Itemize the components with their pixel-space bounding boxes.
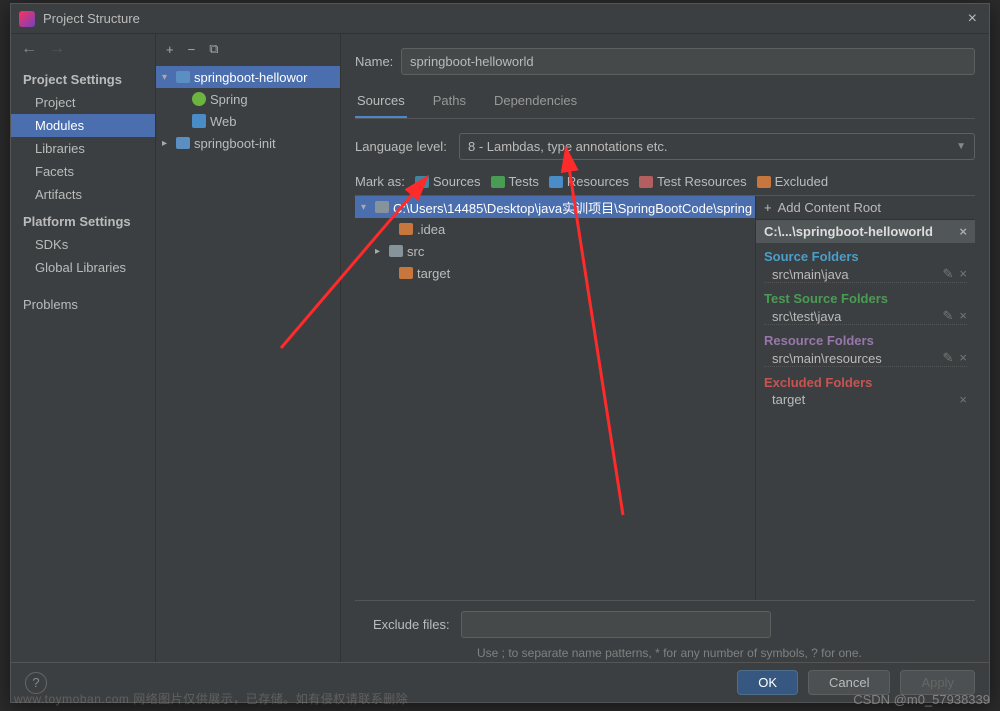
nav-artifacts[interactable]: Artifacts bbox=[11, 183, 155, 206]
titlebar: Project Structure × bbox=[11, 4, 989, 34]
nav-sdks[interactable]: SDKs bbox=[11, 233, 155, 256]
plus-icon: + bbox=[764, 200, 772, 215]
tree-root[interactable]: ▾ C:\Users\14485\Desktop\java实训项目\Spring… bbox=[355, 196, 755, 218]
nav-forward-icon[interactable]: → bbox=[49, 40, 65, 58]
language-level-value: 8 - Lambdas, type annotations etc. bbox=[468, 139, 667, 154]
nav-problems[interactable]: Problems bbox=[11, 293, 155, 316]
mark-test-resources[interactable]: Test Resources bbox=[639, 174, 747, 189]
remove-icon[interactable]: × bbox=[959, 266, 967, 282]
tab-dependencies[interactable]: Dependencies bbox=[492, 89, 579, 118]
content-root-header: C:\...\springboot-helloworld × bbox=[756, 220, 975, 243]
exclude-hint: Use ; to separate name patterns, * for a… bbox=[355, 644, 975, 662]
close-icon[interactable]: × bbox=[964, 10, 981, 28]
excluded-folders-title: Excluded Folders bbox=[764, 375, 967, 390]
nav-modules[interactable]: Modules bbox=[11, 114, 155, 137]
language-level-label: Language level: bbox=[355, 139, 459, 154]
source-folder-item[interactable]: src\main\java ✎× bbox=[764, 266, 967, 283]
remove-module-icon[interactable]: − bbox=[188, 42, 196, 57]
section-project-settings: Project Settings bbox=[11, 64, 155, 91]
remove-icon[interactable]: × bbox=[959, 350, 967, 366]
exclude-files-label: Exclude files: bbox=[373, 617, 461, 632]
edit-icon[interactable]: ✎ bbox=[943, 350, 954, 366]
mark-as-label: Mark as: bbox=[355, 174, 405, 189]
module-springboot-helloworld[interactable]: ▾ springboot-hellowor bbox=[156, 66, 340, 88]
content-file-tree: ▾ C:\Users\14485\Desktop\java实训项目\Spring… bbox=[355, 196, 755, 600]
nav-global-libraries[interactable]: Global Libraries bbox=[11, 256, 155, 279]
language-level-select[interactable]: 8 - Lambdas, type annotations etc. ▼ bbox=[459, 133, 975, 160]
name-input[interactable] bbox=[401, 48, 975, 75]
tab-sources[interactable]: Sources bbox=[355, 89, 407, 118]
mark-tests[interactable]: Tests bbox=[491, 174, 539, 189]
module-label: springboot-hellowor bbox=[194, 70, 307, 85]
nav-libraries[interactable]: Libraries bbox=[11, 137, 155, 160]
resource-folders-title: Resource Folders bbox=[764, 333, 967, 348]
module-springboot-init[interactable]: ▸ springboot-init bbox=[156, 132, 340, 154]
watermark-footer: www.toymoban.com 网络图片仅供展示，已存储。如有侵权请联系删除 bbox=[14, 690, 408, 707]
mark-excluded[interactable]: Excluded bbox=[757, 174, 828, 189]
name-label: Name: bbox=[355, 54, 401, 69]
source-folders-title: Source Folders bbox=[764, 249, 967, 264]
test-folders-title: Test Source Folders bbox=[764, 291, 967, 306]
module-detail-panel: Name: Sources Paths Dependencies Languag… bbox=[341, 34, 989, 662]
left-nav: ← → Project Settings Project Modules Lib… bbox=[11, 34, 156, 662]
copy-module-icon[interactable]: ⧉ bbox=[209, 41, 218, 57]
window-title: Project Structure bbox=[43, 11, 964, 26]
remove-icon[interactable]: × bbox=[959, 308, 967, 324]
exclude-files-input[interactable] bbox=[461, 611, 771, 638]
nav-back-icon[interactable]: ← bbox=[21, 40, 37, 58]
module-spring[interactable]: Spring bbox=[156, 88, 340, 110]
tree-target[interactable]: target bbox=[355, 262, 755, 284]
chevron-down-icon: ▼ bbox=[956, 141, 966, 152]
remove-icon[interactable]: × bbox=[959, 392, 967, 407]
watermark: CSDN @m0_57938339 bbox=[853, 692, 990, 707]
module-label: Spring bbox=[210, 92, 248, 107]
module-web[interactable]: Web bbox=[156, 110, 340, 132]
section-platform-settings: Platform Settings bbox=[11, 206, 155, 233]
resource-folder-item[interactable]: src\main\resources ✎× bbox=[764, 350, 967, 367]
excluded-folder-item[interactable]: target × bbox=[764, 392, 967, 407]
edit-icon[interactable]: ✎ bbox=[943, 308, 954, 324]
module-label: Web bbox=[210, 114, 237, 129]
nav-project[interactable]: Project bbox=[11, 91, 155, 114]
module-tabs: Sources Paths Dependencies bbox=[355, 89, 975, 119]
tree-src[interactable]: ▸ src bbox=[355, 240, 755, 262]
nav-facets[interactable]: Facets bbox=[11, 160, 155, 183]
mark-sources[interactable]: Sources bbox=[415, 174, 481, 189]
tab-paths[interactable]: Paths bbox=[431, 89, 468, 118]
project-structure-dialog: Project Structure × ← → Project Settings… bbox=[10, 3, 990, 703]
add-content-root-button[interactable]: + Add Content Root bbox=[756, 196, 975, 220]
test-folder-item[interactable]: src\test\java ✎× bbox=[764, 308, 967, 325]
module-label: springboot-init bbox=[194, 136, 276, 151]
edit-icon[interactable]: ✎ bbox=[943, 266, 954, 282]
ok-button[interactable]: OK bbox=[737, 670, 798, 695]
tree-idea[interactable]: .idea bbox=[355, 218, 755, 240]
module-list-panel: + − ⧉ ▾ springboot-hellowor Spring Web bbox=[156, 34, 341, 662]
app-icon bbox=[19, 11, 35, 27]
remove-content-root-icon[interactable]: × bbox=[959, 224, 967, 239]
add-module-icon[interactable]: + bbox=[166, 42, 174, 57]
content-root-panel: + Add Content Root C:\...\springboot-hel… bbox=[755, 196, 975, 600]
mark-resources[interactable]: Resources bbox=[549, 174, 629, 189]
